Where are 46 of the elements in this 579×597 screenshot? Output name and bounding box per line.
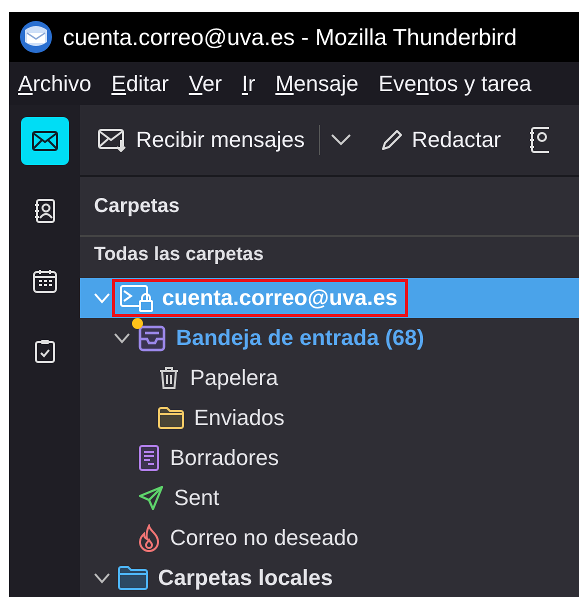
address-book-icon[interactable] [529, 127, 550, 153]
paper-plane-icon [138, 485, 164, 511]
menu-item[interactable]: Mensaje [275, 70, 359, 96]
folder-name: Carpetas locales [158, 565, 333, 591]
folder-row[interactable]: Carpetas locales [80, 558, 579, 597]
folder-row[interactable]: Correo no deseado [80, 518, 579, 558]
folder-row[interactable]: Sent [80, 478, 579, 518]
folder-icon [118, 566, 148, 590]
menu-item[interactable]: Editar [111, 70, 169, 96]
app-logo-icon [19, 20, 53, 54]
menu-item[interactable]: Ir [242, 70, 256, 96]
folder-name: Bandeja de entrada (68) [176, 325, 424, 351]
chevron-icon[interactable] [92, 571, 112, 585]
pencil-icon [380, 128, 404, 152]
folder-row[interactable]: Enviados [80, 398, 579, 438]
account-icon [120, 284, 154, 312]
menu-item[interactable]: Archivo [18, 70, 92, 96]
menu-item[interactable]: Ver [188, 70, 222, 96]
menu-item[interactable]: Eventos y tarea [378, 70, 532, 96]
clipboard-check-icon [34, 339, 54, 363]
space-button[interactable] [20, 117, 68, 165]
folder-name: cuenta.correo@uva.es [162, 285, 398, 311]
envelope-download-icon [98, 128, 128, 152]
folder-icon [158, 407, 184, 429]
compose-button[interactable]: Redactar [376, 123, 506, 157]
get-messages-button[interactable]: Recibir mensajes [94, 123, 309, 157]
folder-row[interactable]: Borradores [80, 438, 579, 478]
window-title: cuenta.correo@uva.es - Mozilla Thunderbird [63, 24, 517, 50]
folder-name: Borradores [170, 445, 279, 471]
flame-icon [138, 524, 160, 552]
mail-icon [32, 131, 58, 151]
folder-row[interactable]: Papelera [80, 358, 579, 398]
pane-title: Carpetas [94, 194, 180, 218]
folder-mode-title: Todas las carpetas [93, 243, 265, 267]
document-icon [138, 444, 160, 472]
trash-icon [158, 366, 180, 390]
calendar-icon [32, 269, 56, 293]
folder-row[interactable]: Bandeja de entrada (68) [80, 318, 579, 358]
address-book-icon [34, 199, 56, 223]
folder-name: Correo no deseado [170, 525, 358, 551]
chevron-down-icon[interactable] [330, 133, 352, 147]
folder-name: Papelera [190, 365, 278, 391]
folder-name: Sent [174, 485, 220, 511]
inbox-icon [138, 324, 166, 352]
chevron-icon[interactable] [112, 331, 132, 345]
folder-name: Enviados [194, 405, 285, 431]
